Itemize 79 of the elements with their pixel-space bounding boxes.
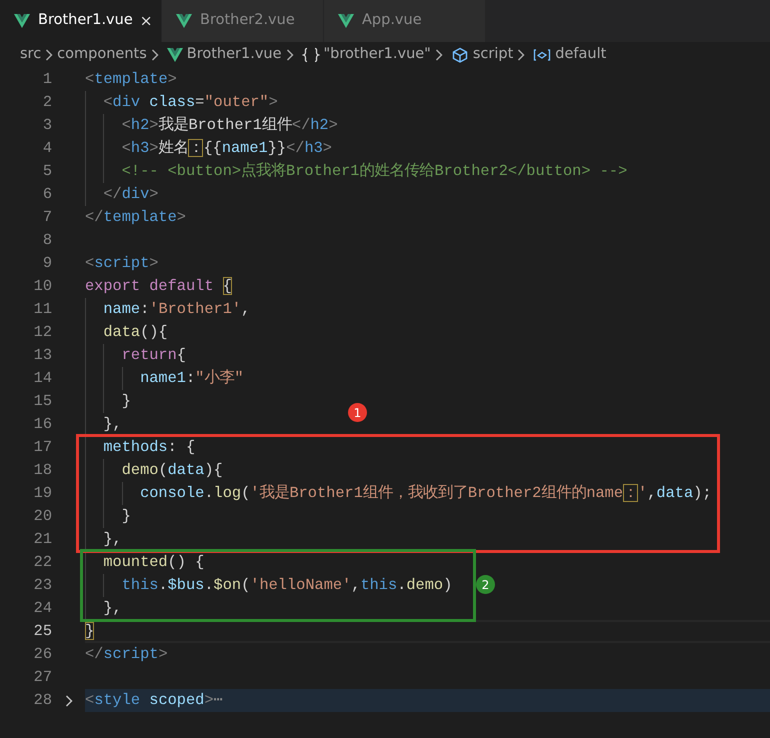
line-number: 7 xyxy=(42,207,52,228)
chevron-icon xyxy=(45,49,54,61)
cube-icon xyxy=(450,47,469,63)
line-number: 21 xyxy=(32,529,52,550)
code-line: demo(data){ xyxy=(120,460,223,481)
code-line: methods: { xyxy=(102,437,196,458)
line-number: 9 xyxy=(42,253,52,274)
line-number: 25 xyxy=(32,621,52,642)
code-line: </script> xyxy=(85,644,168,665)
line-number: 20 xyxy=(32,506,52,528)
chevron-icon xyxy=(517,49,526,61)
line-number: 3 xyxy=(42,115,52,136)
chevron-icon xyxy=(434,49,443,61)
code-line: }, xyxy=(102,414,122,435)
line-number: 22 xyxy=(32,552,52,574)
editor-tab[interactable]: Brother2.vue xyxy=(162,0,324,42)
vue-icon xyxy=(338,14,354,28)
number-badge: 1 xyxy=(348,403,367,422)
code-line: </div> xyxy=(102,184,158,205)
close-icon[interactable] xyxy=(140,15,151,27)
line-number: 15 xyxy=(32,391,52,412)
vue-icon xyxy=(166,48,183,62)
line-number: 26 xyxy=(32,644,52,666)
code-line: <div class="outer"> xyxy=(102,92,278,113)
line-number: 6 xyxy=(42,184,52,206)
code-line: } xyxy=(120,391,131,412)
breadcrumb-item[interactable]: script xyxy=(472,44,514,66)
line-number: 4 xyxy=(42,138,52,160)
line-number: 27 xyxy=(32,667,52,688)
code-line: <template> xyxy=(85,69,177,90)
code-line: name:'Brother1', xyxy=(102,299,250,320)
code-line: } xyxy=(120,506,131,527)
code-line: <!-- <button>点我将Brother1的姓名传给Brother2</button> --> xyxy=(120,161,628,182)
vue-icon xyxy=(14,14,30,28)
line-number: 17 xyxy=(32,437,52,458)
line-number: 11 xyxy=(32,299,52,320)
breadcrumb-item[interactable]: default xyxy=(555,44,606,66)
code-line: <h2>我是Brother1组件</h2> xyxy=(120,115,338,136)
number-badge: 2 xyxy=(476,575,495,594)
line-number: 23 xyxy=(32,575,52,596)
breadcrumb-item[interactable]: src xyxy=(20,44,42,66)
breadcrumb-item[interactable]: components xyxy=(57,44,147,66)
braces-icon xyxy=(302,47,320,63)
code-line: <h3>姓名：{{name1}}</h3> xyxy=(120,138,332,159)
line-number: 13 xyxy=(32,345,52,366)
chevron-icon xyxy=(286,49,294,61)
line-number: 14 xyxy=(32,368,52,390)
line-number: 28 xyxy=(32,690,52,712)
line-number: 5 xyxy=(42,161,52,182)
vue-icon xyxy=(176,14,192,28)
code-line: <style scoped>⋯ xyxy=(85,690,223,711)
line-number: 16 xyxy=(32,414,52,436)
line-number: 10 xyxy=(32,276,52,298)
line-number: 19 xyxy=(32,483,52,504)
code-line: }, xyxy=(102,598,122,619)
code-line: data(){ xyxy=(102,322,168,343)
fold-chevron-icon[interactable] xyxy=(64,694,72,706)
editor-tab[interactable]: App.vue xyxy=(324,0,486,42)
line-number: 1 xyxy=(42,69,52,90)
code-line: export default { xyxy=(85,276,232,297)
line-number: 8 xyxy=(42,230,52,252)
breadcrumb-item[interactable]: Brother1.vue xyxy=(186,44,282,66)
line-number: 12 xyxy=(32,322,52,344)
breadcrumb-item[interactable]: "brother1.vue" xyxy=(324,44,431,66)
line-number: 24 xyxy=(32,598,52,620)
code-line: return{ xyxy=(120,345,186,366)
code-line: name1:"小李" xyxy=(139,368,244,389)
editor-tab[interactable]: Brother1.vue xyxy=(0,0,162,42)
reference-icon xyxy=(533,47,552,63)
code-line: } xyxy=(85,621,94,642)
chevron-icon xyxy=(150,49,159,61)
code-line: </template> xyxy=(85,207,186,228)
line-number: 18 xyxy=(32,460,52,482)
code-line: console.log('我是Brother1组件，我收到了Brother2组件的name：',data); xyxy=(139,483,712,504)
line-number: 2 xyxy=(42,92,52,114)
code-line: this.$bus.$on('helloName',this.demo) xyxy=(120,575,452,596)
code-line: }, xyxy=(102,529,122,550)
code-line: <script> xyxy=(85,253,158,274)
code-line: mounted() { xyxy=(102,552,204,573)
